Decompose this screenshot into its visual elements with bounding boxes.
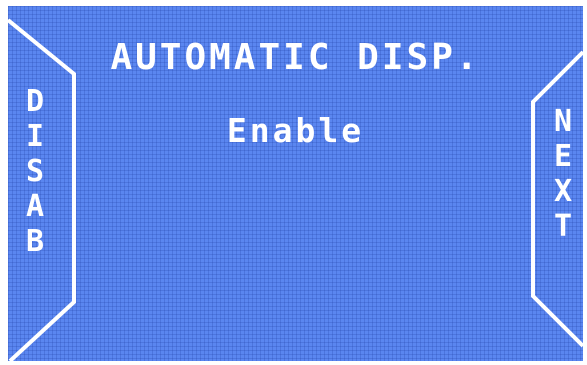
next-softkey[interactable]: NEXT — [548, 104, 578, 244]
lcd-screen: AUTOMATIC DISP. Enable DISAB NEXT — [8, 6, 583, 361]
screen-title: AUTOMATIC DISP. — [110, 37, 481, 78]
disable-softkey[interactable]: DISAB — [20, 84, 50, 259]
setting-value: Enable — [226, 111, 365, 150]
